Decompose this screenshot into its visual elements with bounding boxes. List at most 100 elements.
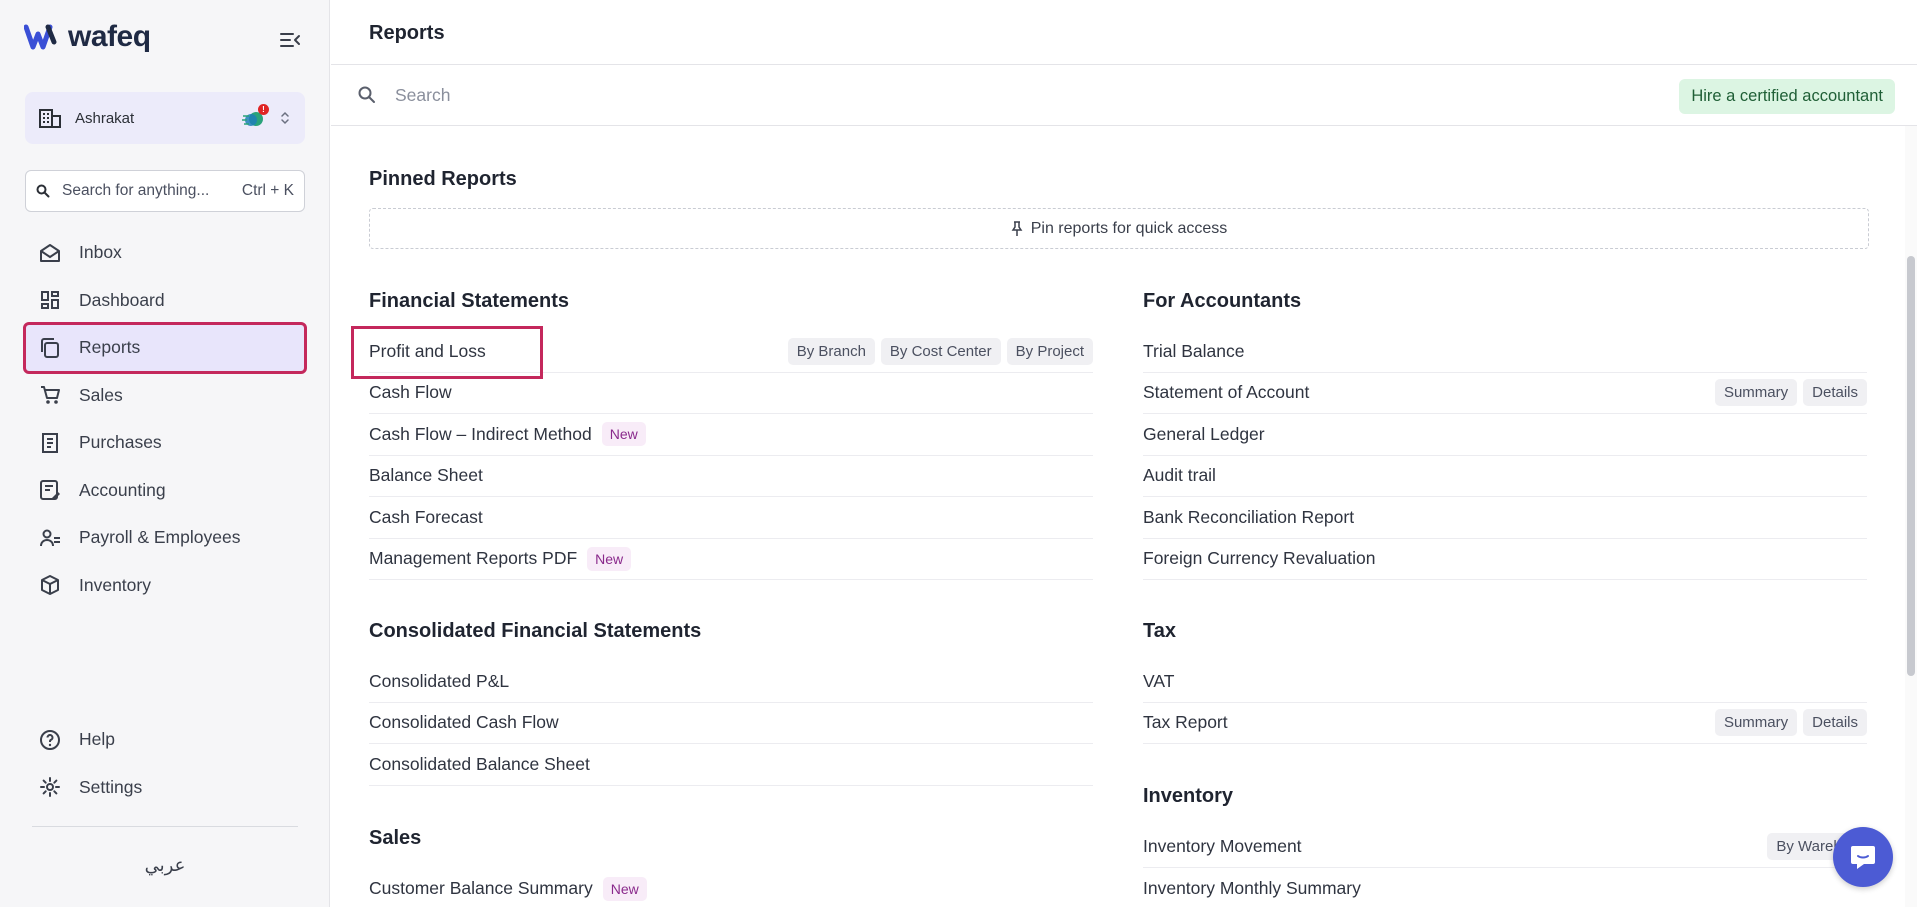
app-root: wafeq Ashrakat ! Search for anything... … [0, 0, 1917, 907]
scrollbar-track[interactable] [1905, 126, 1917, 907]
search-divider [331, 125, 1917, 126]
report-label: General Ledger [1143, 423, 1265, 444]
global-search-placeholder: Search for anything... [62, 182, 210, 199]
report-balance-sheet[interactable]: Balance Sheet [369, 456, 1093, 497]
tax-list: VAT Tax Report Summary Details [1143, 661, 1867, 744]
page-title: Reports [369, 22, 445, 44]
sidebar-item-accounting[interactable]: Accounting [25, 467, 305, 515]
new-badge: New [587, 546, 632, 571]
report-label: Balance Sheet [369, 465, 483, 486]
report-label: Inventory Movement [1143, 835, 1302, 856]
pin-icon [1011, 220, 1023, 236]
consolidated-list: Consolidated P&L Consolidated Cash Flow … [369, 661, 1093, 786]
tag-details[interactable]: Details [1803, 709, 1867, 737]
sidebar-item-label: Sales [79, 384, 123, 405]
global-search-input[interactable]: Search for anything... Ctrl + K [25, 170, 305, 212]
financial-statements-heading: Financial Statements [369, 290, 570, 312]
accounting-icon [39, 479, 61, 501]
report-label: Cash Flow [369, 382, 452, 403]
collapse-sidebar-button[interactable] [278, 28, 302, 52]
chat-support-button[interactable] [1833, 827, 1893, 887]
sidebar-item-label: Inbox [79, 242, 122, 263]
report-label: Statement of Account [1143, 382, 1310, 403]
reports-icon [39, 337, 61, 359]
pinned-empty-text: Pin reports for quick access [1030, 219, 1228, 237]
inventory-list: Inventory Movement By Wareho Inventory M… [1143, 826, 1867, 907]
tag-details[interactable]: Details [1803, 379, 1867, 407]
sidebar-nav: Inbox Dashboard Reports Sales Purchases … [23, 229, 307, 610]
report-customer-balance-summary[interactable]: Customer Balance Summary New [369, 868, 1093, 907]
chat-icon [1851, 846, 1875, 869]
tag-summary[interactable]: Summary [1714, 379, 1798, 407]
report-statement-of-account[interactable]: Statement of Account Summary Details [1143, 373, 1867, 414]
tag-summary[interactable]: Summary [1714, 709, 1798, 737]
search-icon [36, 184, 50, 198]
organization-name: Ashrakat [75, 109, 135, 127]
report-cash-flow-indirect[interactable]: Cash Flow – Indirect Method New [369, 414, 1093, 456]
consolidated-heading: Consolidated Financial Statements [369, 620, 702, 642]
sidebar-item-purchases[interactable]: Purchases [25, 419, 305, 467]
sidebar-item-settings[interactable]: Settings [25, 764, 305, 812]
sidebar-item-label: Help [79, 729, 115, 750]
report-label: Consolidated Balance Sheet [369, 753, 590, 774]
pinned-reports-heading: Pinned Reports [369, 168, 517, 190]
sidebar-divider [32, 826, 298, 827]
sidebar-item-dashboard[interactable]: Dashboard [25, 277, 305, 325]
hire-accountant-button[interactable]: Hire a certified accountant [1679, 79, 1895, 114]
sidebar-item-label: Inventory [79, 574, 151, 595]
report-bank-reconciliation[interactable]: Bank Reconciliation Report [1143, 497, 1867, 539]
report-management-reports-pdf[interactable]: Management Reports PDF New [369, 539, 1093, 580]
report-audit-trail[interactable]: Audit trail [1143, 456, 1867, 497]
inventory-heading: Inventory [1143, 785, 1234, 807]
report-label: Foreign Currency Revaluation [1143, 548, 1376, 569]
sidebar-item-label: Accounting [79, 479, 166, 500]
tax-heading: Tax [1143, 620, 1176, 642]
reports-search-placeholder: Search [395, 84, 451, 105]
report-inventory-movement[interactable]: Inventory Movement By Wareho [1143, 826, 1867, 868]
report-label: Consolidated Cash Flow [369, 712, 559, 733]
sidebar-item-sales[interactable]: Sales [25, 372, 305, 420]
report-consolidated-pl[interactable]: Consolidated P&L [369, 661, 1093, 703]
report-label: Bank Reconciliation Report [1143, 506, 1355, 527]
sidebar-item-inbox[interactable]: Inbox [25, 229, 305, 277]
sidebar-bottom-nav: Help Settings [25, 716, 305, 811]
profit-and-loss-highlight [351, 326, 543, 379]
sidebar-item-inventory[interactable]: Inventory [25, 562, 305, 610]
sales-list: Customer Balance Summary New [369, 868, 1093, 907]
report-foreign-currency-revaluation[interactable]: Foreign Currency Revaluation [1143, 539, 1867, 580]
box-icon [39, 574, 61, 596]
report-label: Inventory Monthly Summary [1143, 877, 1361, 898]
sidebar: wafeq Ashrakat ! Search for anything... … [0, 0, 330, 907]
organization-switcher[interactable]: Ashrakat ! [25, 92, 305, 144]
brand-logo[interactable]: wafeq [24, 20, 151, 54]
cart-icon [39, 384, 61, 406]
notification-badge: ! [258, 104, 269, 115]
search-shortcut: Ctrl + K [241, 182, 294, 199]
collapse-menu-icon [280, 33, 300, 47]
report-consolidated-balance-sheet[interactable]: Consolidated Balance Sheet [369, 744, 1093, 786]
receipt-icon [39, 432, 61, 454]
sidebar-item-label: Payroll & Employees [79, 527, 241, 548]
report-label: Management Reports PDF [369, 548, 578, 569]
report-cash-forecast[interactable]: Cash Forecast [369, 497, 1093, 539]
scrollbar-thumb[interactable] [1907, 256, 1915, 676]
report-consolidated-cash-flow[interactable]: Consolidated Cash Flow [369, 703, 1093, 744]
search-icon [358, 86, 375, 103]
organization-avatar: ! [241, 104, 269, 130]
report-vat[interactable]: VAT [1143, 661, 1867, 703]
language-toggle[interactable]: عربي [0, 855, 330, 876]
report-trial-balance[interactable]: Trial Balance [1143, 331, 1867, 373]
report-label: Audit trail [1143, 465, 1216, 486]
tag-by-cost-center[interactable]: By Cost Center [880, 337, 1001, 365]
sidebar-item-help[interactable]: Help [25, 716, 305, 764]
report-tax-report[interactable]: Tax Report Summary Details [1143, 703, 1867, 744]
new-badge: New [602, 876, 647, 901]
for-accountants-list: Trial Balance Statement of Account Summa… [1143, 331, 1867, 580]
tag-by-project[interactable]: By Project [1006, 337, 1093, 365]
sidebar-item-label: Purchases [79, 432, 162, 453]
report-inventory-monthly-summary[interactable]: Inventory Monthly Summary [1143, 868, 1867, 907]
sidebar-item-reports[interactable]: Reports [23, 322, 307, 374]
tag-by-branch[interactable]: By Branch [787, 337, 875, 365]
report-general-ledger[interactable]: General Ledger [1143, 414, 1867, 456]
sidebar-item-payroll[interactable]: Payroll & Employees [25, 514, 305, 562]
